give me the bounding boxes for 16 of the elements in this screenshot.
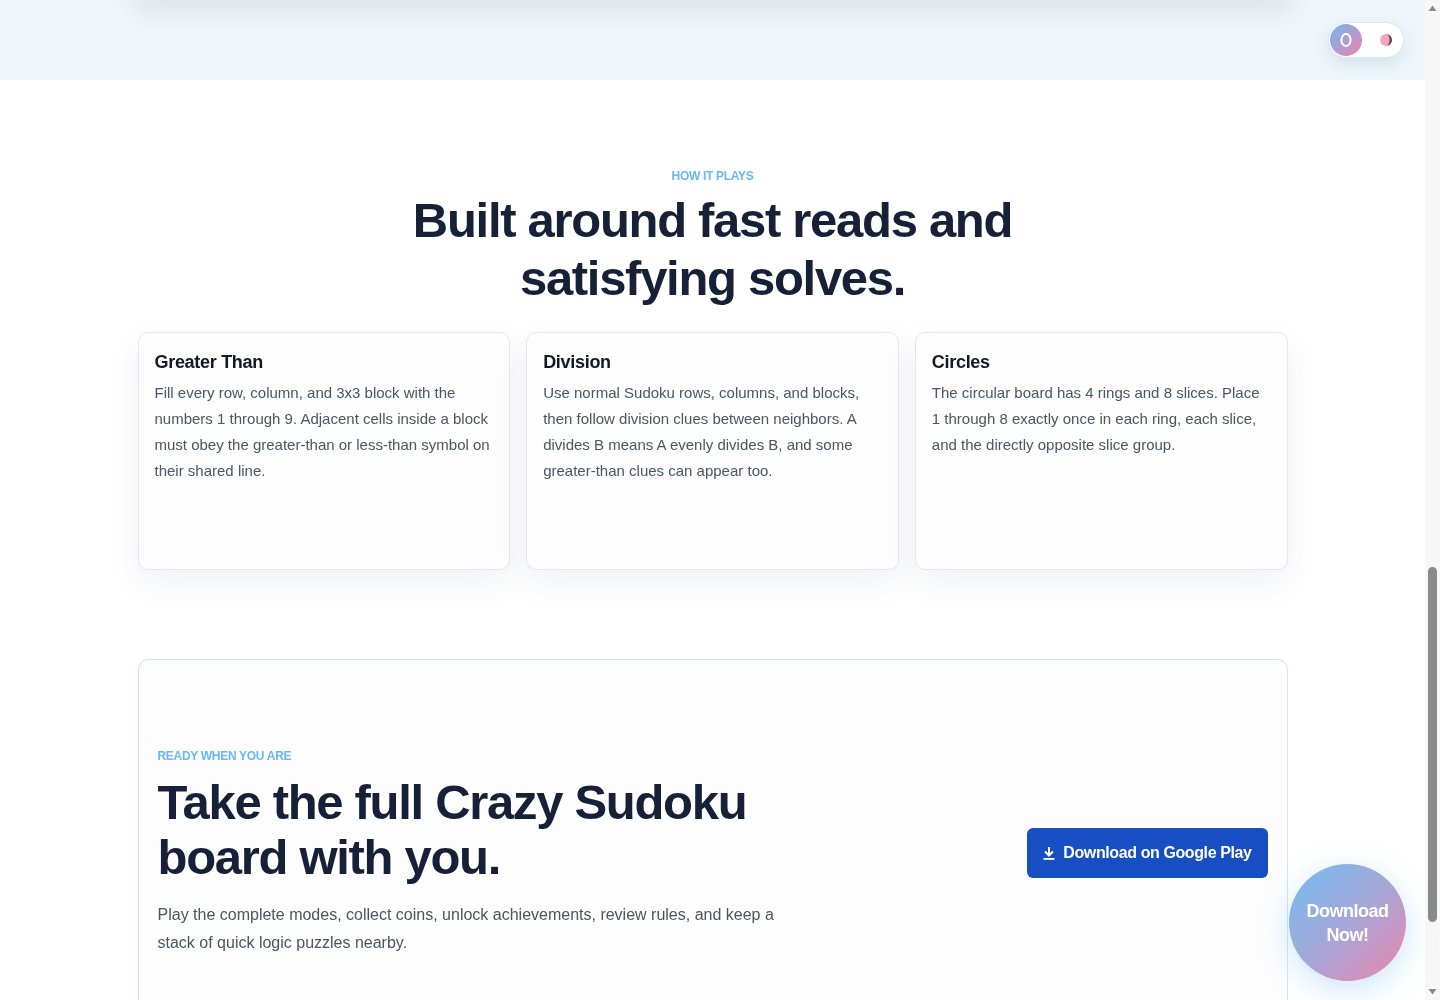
download-button[interactable]: Download on Google Play	[1027, 828, 1268, 878]
section-eyebrow: HOW IT PLAYS	[671, 169, 754, 183]
card-title: Division	[543, 351, 612, 373]
card-text: The circular board has 4 rings and 8 slices. Place 1 through 8 exactly once in each ring, each slice, and the directly opposite slice group.	[931, 383, 1261, 455]
scrollbar[interactable]	[1425, 0, 1440, 1000]
cta-text: Play the complete modes, collect coins, unlock achievements, review rules, and keep a stack of quick logic puzzles nearby.	[157, 905, 775, 953]
card-title: Circles	[931, 351, 991, 373]
card-text: Use normal Sudoku rows, columns, and blocks, then follow division clues between neighbors. A divides B means A evenly divides B, and some greater-than clues can appear too.	[543, 383, 861, 481]
card-title: Greater Than	[154, 351, 264, 373]
download-icon	[1043, 846, 1056, 860]
moon-icon	[1379, 33, 1393, 47]
cta-eyebrow: READY WHEN YOU ARE	[157, 749, 292, 763]
card-text: Fill every row, column, and 3x3 block with the numbers 1 through 9. Adjacent cells inside a block must obey the greater-than or less-than symbol on their shared line.	[154, 383, 491, 481]
section-heading: Built around fast reads and satisfying solves.	[411, 192, 1014, 307]
theme-toggle[interactable]	[1328, 22, 1404, 58]
cta-heading: Take the full Crazy Sudoku board with you.	[157, 775, 748, 885]
